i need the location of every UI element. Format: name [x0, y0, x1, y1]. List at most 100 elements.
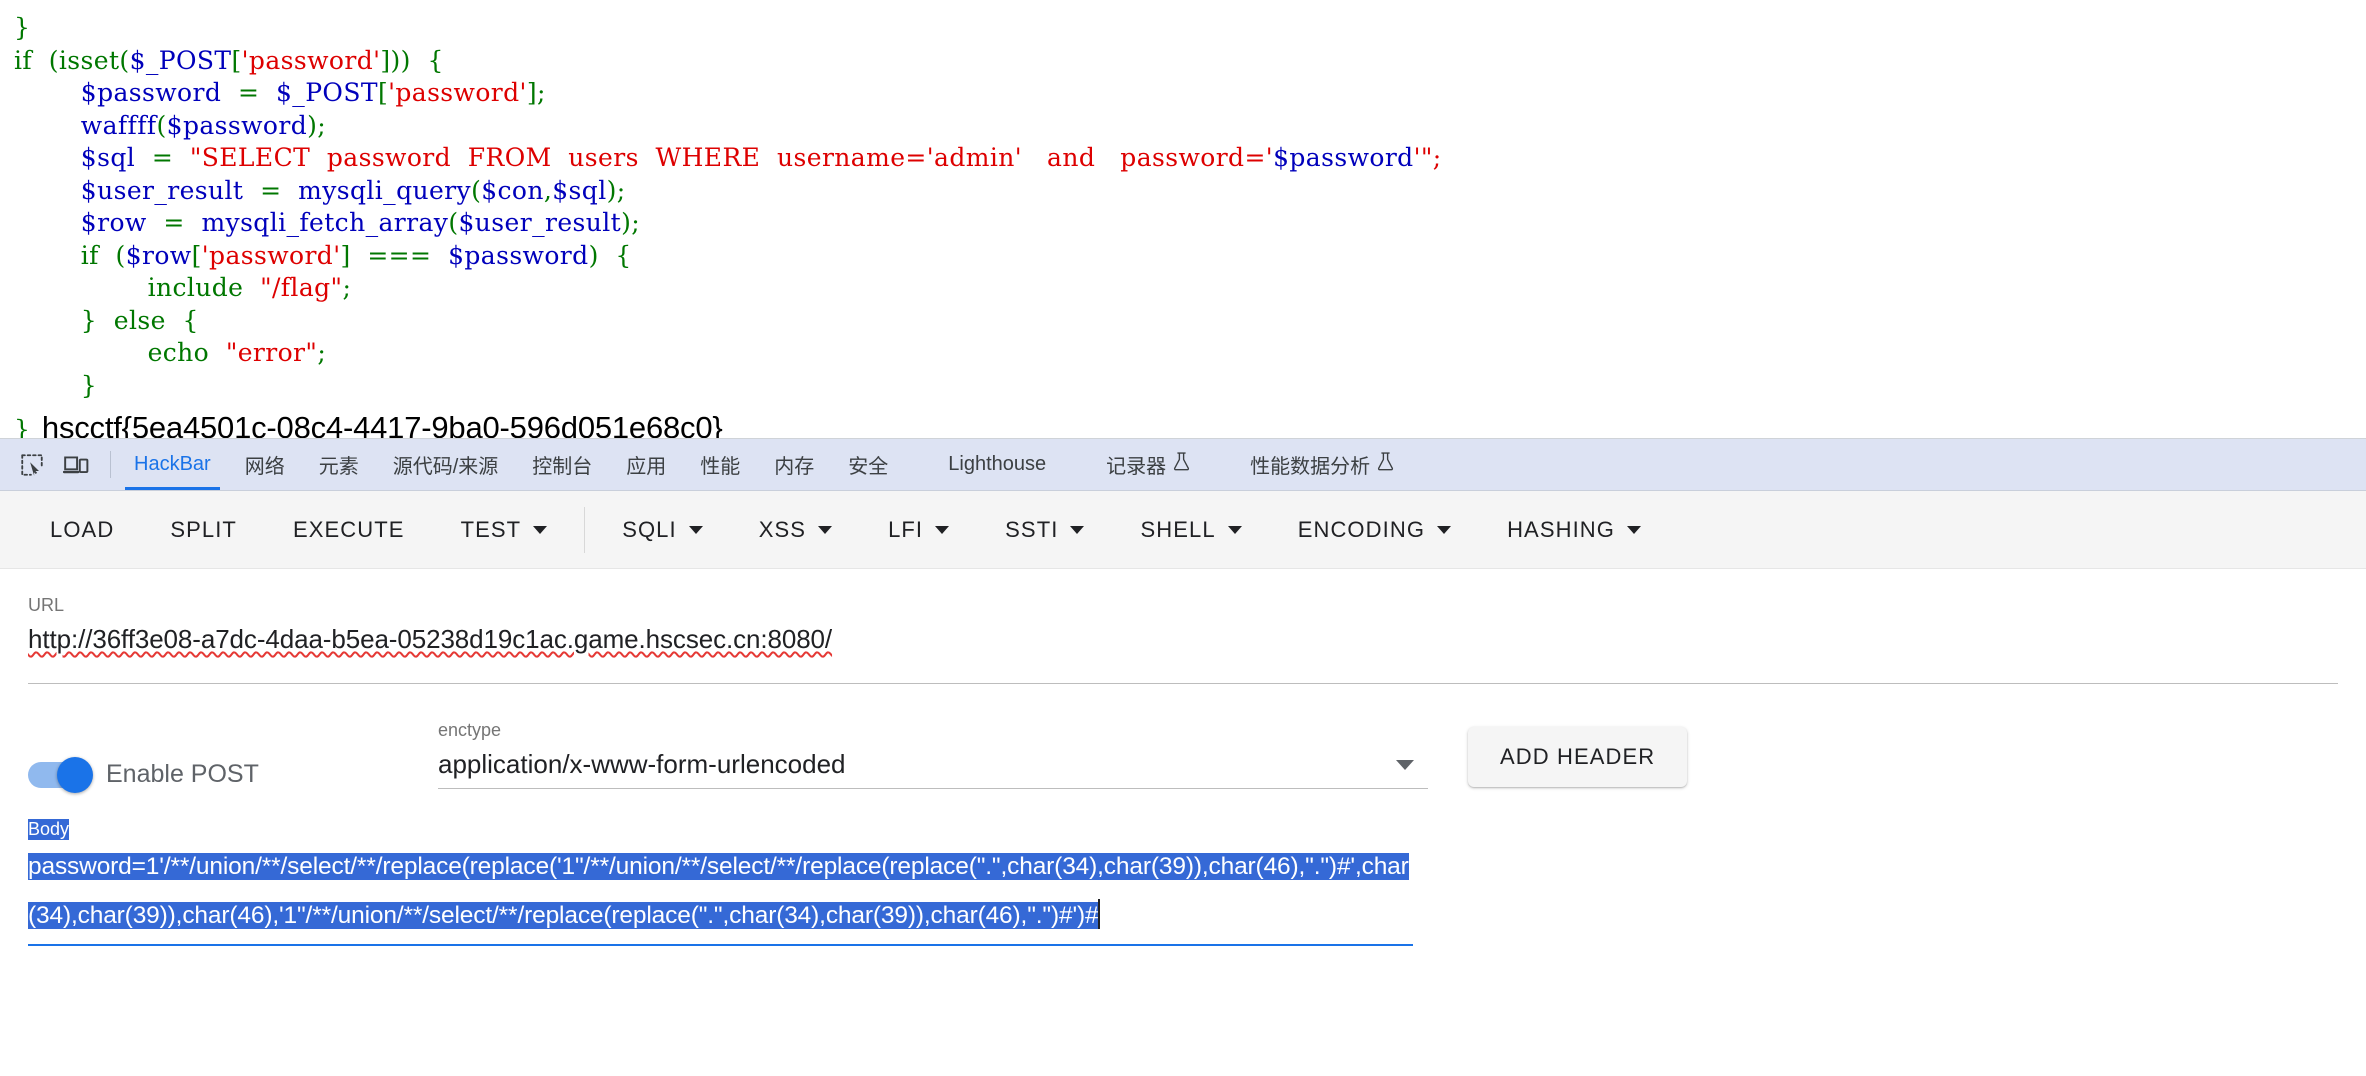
hackbar-btn-xss[interactable]: XSS [731, 503, 860, 557]
devtools-tab-7[interactable]: 内存 [757, 439, 831, 490]
code-token: $password [80, 78, 222, 107]
tab-label: 记录器 [1106, 456, 1167, 478]
code-line: include "/flag"; [14, 272, 2366, 305]
code-line: $row = mysqli_fetch_array($user_result); [14, 207, 2366, 240]
hackbar-btn-shell[interactable]: SHELL [1112, 503, 1269, 557]
code-token: } [14, 370, 98, 400]
code-token: ); [621, 208, 641, 237]
caret-down-icon [818, 525, 833, 534]
code-token: if ( [14, 45, 59, 75]
code-token: ) { [588, 240, 632, 270]
enable-post-toggle[interactable] [28, 756, 93, 793]
code-token: echo [147, 338, 226, 367]
hackbar-btn-label: ENCODING [1297, 516, 1426, 542]
hackbar-btn-label: SSTI [1005, 516, 1059, 542]
devtools-tab-9[interactable]: Lighthouse [931, 439, 1063, 490]
post-options-row: Enable POST enctype application/x-www-fo… [0, 684, 2366, 793]
tab-label: HackBar [134, 453, 211, 475]
php-source-code: } if (isset($_POST['password'])) { $passw… [0, 0, 2366, 402]
code-token: } else { [14, 305, 199, 335]
code-token: $row [80, 208, 147, 237]
flask-icon [1377, 452, 1394, 477]
hackbar-btn-label: SPLIT [170, 516, 237, 542]
hackbar-btn-label: LOAD [50, 516, 115, 542]
code-token: 'password' [201, 240, 341, 270]
code-line: $password = $_POST['password']; [14, 77, 2366, 110]
code-token: [ [191, 240, 202, 270]
code-line: echo "error"; [14, 337, 2366, 370]
code-token: $password [166, 110, 308, 140]
hackbar-btn-execute[interactable]: EXECUTE [265, 503, 433, 557]
code-token: ; [317, 338, 327, 367]
code-token: ] === [340, 240, 449, 270]
code-token: isset [58, 45, 120, 75]
enctype-value: application/x-www-form-urlencoded [438, 749, 846, 779]
inspect-element-icon[interactable] [12, 445, 52, 485]
hackbar-btn-split[interactable]: SPLIT [142, 503, 265, 557]
url-field-group: URL http://36ff3e08-a7dc-4daa-b5ea-05238… [0, 569, 2366, 684]
enctype-label: enctype [438, 720, 502, 740]
devtools-tab-4[interactable]: 控制台 [515, 439, 609, 490]
devtools-tab-3[interactable]: 源代码/来源 [376, 439, 516, 490]
add-header-button[interactable]: ADD HEADER [1468, 727, 1688, 787]
code-line: waffff($password); [14, 110, 2366, 143]
hackbar-btn-label: TEST [460, 516, 522, 542]
device-toolbar-icon[interactable] [56, 445, 96, 485]
hackbar-btn-label: HASHING [1507, 516, 1615, 542]
code-token: ])) { [380, 45, 444, 75]
tab-label: 性能数据分析 [1250, 456, 1371, 478]
code-token: $sql [80, 143, 136, 172]
devtools-tab-10[interactable]: 记录器 [1089, 439, 1207, 490]
code-token: '"; [1413, 143, 1442, 172]
code-token: include [147, 273, 261, 302]
url-input[interactable]: http://36ff3e08-a7dc-4daa-b5ea-05238d19c… [28, 624, 832, 663]
devtools-tab-list: HackBar 网络 元素 源代码/来源 控制台 应用 性能 内存 安全 Lighthouse 记录… [117, 439, 1411, 490]
devtools-tab-6[interactable]: 性能 [683, 439, 757, 490]
flag-line: } hscctf{5ea4501c-08c4-4417-9ba0-596d051… [0, 410, 2366, 438]
code-line: $user_result = mysqli_query($con,$sql); [14, 175, 2366, 208]
code-token: $row [125, 240, 192, 270]
hackbar-btn-ssti[interactable]: SSTI [977, 503, 1112, 557]
code-token: $user_result [458, 208, 622, 237]
closing-brace: } [14, 415, 30, 438]
chevron-down-icon [1396, 759, 1414, 770]
hackbar-btn-lfi[interactable]: LFI [860, 503, 977, 557]
caret-down-icon [1437, 525, 1452, 534]
hackbar-btn-label: EXECUTE [292, 516, 405, 542]
code-token: $con [481, 175, 544, 205]
devtools-tab-2[interactable]: 元素 [302, 439, 376, 490]
hackbar-btn-label: LFI [888, 516, 924, 542]
code-token: ( [448, 208, 459, 237]
url-label: URL [28, 595, 65, 615]
devtools-tool-icons [0, 439, 106, 490]
code-token: ( [471, 175, 482, 205]
hackbar-btn-test[interactable]: TEST [433, 503, 576, 557]
hackbar-btn-sqli[interactable]: SQLI [594, 503, 731, 557]
code-line: $sql = "SELECT password FROM users WHERE… [14, 142, 2366, 175]
flask-icon [1378, 452, 1394, 471]
devtools-tab-5[interactable]: 应用 [609, 439, 683, 490]
hackbar-btn-hashing[interactable]: HASHING [1479, 503, 1669, 557]
tab-label: 应用 [626, 456, 667, 478]
hackbar-btn-label: SQLI [622, 516, 677, 542]
devtools-tab-0[interactable]: HackBar [117, 439, 228, 490]
enctype-select[interactable]: application/x-www-form-urlencoded [438, 749, 1428, 789]
caret-down-icon [1227, 525, 1242, 534]
hackbar-btn-load[interactable]: LOAD [22, 503, 142, 557]
hackbar-btn-label: SHELL [1140, 516, 1216, 542]
devtools-tab-11[interactable]: 性能数据分析 [1233, 439, 1411, 490]
body-field-group: Body password=1'/**/union/**/select/**/r… [0, 789, 2366, 946]
tab-label: 网络 [244, 456, 285, 478]
caret-down-icon [1627, 525, 1641, 534]
devtools-tab-1[interactable]: 网络 [228, 439, 302, 490]
hackbar-btn-encoding[interactable]: ENCODING [1270, 503, 1479, 557]
enable-post-group[interactable]: Enable POST [28, 756, 428, 793]
body-textarea[interactable]: password=1'/**/union/**/select/**/replac… [28, 842, 1413, 940]
code-token: ; [342, 273, 352, 302]
devtools-tab-8[interactable]: 安全 [831, 439, 905, 490]
enctype-field-group: enctype application/x-www-form-urlencode… [438, 720, 1428, 789]
code-token: = [243, 175, 299, 205]
